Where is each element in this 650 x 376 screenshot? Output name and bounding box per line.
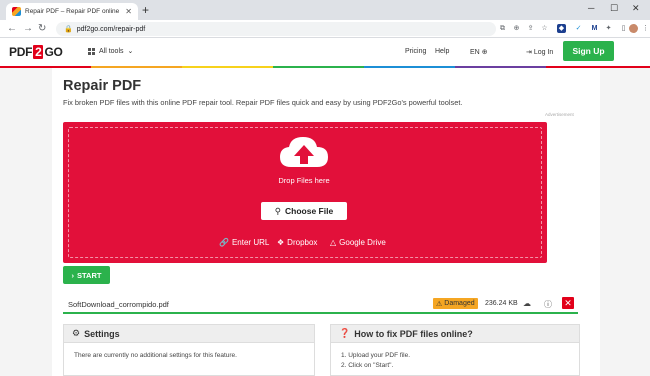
- settings-title: Settings: [84, 328, 120, 339]
- window-close-icon[interactable]: ✕: [632, 3, 640, 14]
- enter-url-label: Enter URL: [231, 238, 270, 247]
- menu-dots-icon[interactable]: ⋮: [641, 24, 650, 33]
- drop-files-text: Drop Files here: [278, 176, 330, 185]
- google-drive-icon: △: [330, 238, 337, 247]
- extension-m-icon[interactable]: M: [590, 24, 599, 33]
- browser-titlebar: Repair PDF – Repair PDF online ✕ + ─ ☐ ✕: [0, 0, 650, 20]
- uploaded-file-row: SoftDownload_corrompido.pdf ⚠ Damaged 23…: [63, 296, 578, 314]
- link-icon: 🔗: [219, 238, 229, 247]
- pricing-link[interactable]: Pricing: [405, 48, 426, 55]
- language-label: EN: [470, 49, 480, 56]
- extension-shield-icon[interactable]: ◆: [557, 24, 566, 33]
- dropbox-label: Dropbox: [287, 238, 318, 247]
- all-tools-menu[interactable]: All tools ⌄: [88, 47, 133, 55]
- profile-avatar[interactable]: [629, 24, 638, 33]
- help-link[interactable]: Help: [435, 48, 449, 55]
- tab-title: Repair PDF – Repair PDF online: [25, 8, 120, 15]
- tab-close-icon[interactable]: ✕: [125, 7, 132, 16]
- maximize-icon[interactable]: ☐: [610, 3, 618, 14]
- extensions-puzzle-icon[interactable]: ✦: [604, 24, 613, 33]
- url-text: pdf2go.com/repair-pdf: [76, 25, 146, 33]
- start-button[interactable]: › START: [63, 266, 110, 284]
- zoom-icon[interactable]: ⊕: [512, 24, 521, 33]
- howto-step: 1. Upload your PDF file.: [341, 352, 411, 359]
- google-drive-link[interactable]: △ Google Drive: [330, 238, 386, 247]
- howto-step: 2. Click on "Start".: [341, 362, 394, 369]
- howto-panel-header: ❓ How to fix PDF files online?: [331, 325, 579, 343]
- gears-icon: ⚙: [72, 328, 81, 338]
- info-icon[interactable]: ⓘ: [544, 299, 552, 310]
- delete-file-button[interactable]: ✕: [562, 297, 574, 309]
- settings-body: There are currently no additional settin…: [74, 352, 237, 359]
- file-name: SoftDownload_corrompido.pdf: [68, 300, 169, 309]
- bookmark-star-icon[interactable]: ☆: [540, 24, 549, 33]
- enter-url-link[interactable]: 🔗 Enter URL: [219, 238, 269, 247]
- login-icon: ⇥: [526, 49, 532, 56]
- pdf2go-favicon-icon: [12, 7, 21, 16]
- site-header: PDF 2 GO All tools ⌄ Pricing Help EN ⊕ ⇥…: [0, 38, 650, 66]
- question-circle-icon: ❓: [339, 328, 351, 338]
- address-bar[interactable]: 🔒 pdf2go.com/repair-pdf: [56, 22, 496, 36]
- language-selector[interactable]: EN ⊕: [470, 48, 488, 56]
- reload-icon[interactable]: ↻: [38, 23, 46, 35]
- settings-panel-header: ⚙ Settings: [64, 325, 314, 343]
- page-title: Repair PDF: [63, 78, 142, 94]
- howto-panel: ❓ How to fix PDF files online? 1. Upload…: [330, 324, 580, 376]
- new-tab-button[interactable]: +: [142, 4, 149, 16]
- sign-up-button[interactable]: Sign Up: [563, 41, 614, 61]
- translate-icon[interactable]: ⧉: [498, 24, 507, 33]
- search-icon: ⚲: [274, 205, 282, 216]
- login-link[interactable]: ⇥ Log In: [526, 48, 553, 56]
- sidebar-icon[interactable]: ▯: [619, 24, 628, 33]
- start-label: START: [77, 270, 102, 280]
- howto-body: 1. Upload your PDF file. 2. Click on "St…: [331, 343, 579, 376]
- damaged-label: Damaged: [444, 300, 475, 307]
- all-tools-label: All tools: [99, 47, 124, 55]
- chevron-down-icon: ⌄: [127, 48, 134, 55]
- dropbox-link[interactable]: ❖ Dropbox: [277, 238, 317, 247]
- chevron-right-icon: ›: [71, 270, 75, 280]
- warning-icon: ⚠: [436, 300, 443, 308]
- pdf2go-logo[interactable]: PDF 2 GO: [9, 45, 63, 59]
- logo-text-right: GO: [44, 45, 63, 59]
- cloud-upload-icon: [280, 137, 328, 167]
- share-icon[interactable]: ⇪: [526, 24, 535, 33]
- forward-icon[interactable]: →: [23, 23, 33, 35]
- file-size: 236.24 KB: [485, 300, 518, 307]
- minimize-icon[interactable]: ─: [588, 3, 594, 13]
- google-drive-label: Google Drive: [339, 238, 386, 247]
- cloud-save-icon[interactable]: ☁: [523, 299, 531, 308]
- browser-tab[interactable]: Repair PDF – Repair PDF online ✕: [6, 3, 138, 20]
- dropbox-icon: ❖: [277, 238, 285, 247]
- browser-toolbar: ← → ↻ 🔒 pdf2go.com/repair-pdf ⧉ ⊕ ⇪ ☆ ◆ …: [0, 20, 650, 38]
- choose-file-label: Choose File: [285, 206, 334, 216]
- grid-icon: [88, 47, 95, 55]
- logo-text-left: PDF: [9, 45, 33, 59]
- lock-icon: 🔒: [64, 26, 73, 33]
- login-label: Log In: [533, 49, 554, 56]
- globe-icon: ⊕: [481, 49, 488, 56]
- logo-text-mid: 2: [33, 45, 44, 59]
- damaged-badge: ⚠ Damaged: [433, 298, 478, 309]
- back-icon[interactable]: ←: [7, 23, 17, 35]
- choose-file-button[interactable]: ⚲ Choose File: [261, 202, 347, 220]
- advertisement-label: Advertisement: [545, 112, 574, 117]
- howto-title: How to fix PDF files online?: [354, 328, 473, 339]
- extension-check-icon[interactable]: ✓: [574, 24, 583, 33]
- page-subtitle: Fix broken PDF files with this online PD…: [63, 98, 463, 107]
- settings-panel: ⚙ Settings There are currently no additi…: [63, 324, 315, 376]
